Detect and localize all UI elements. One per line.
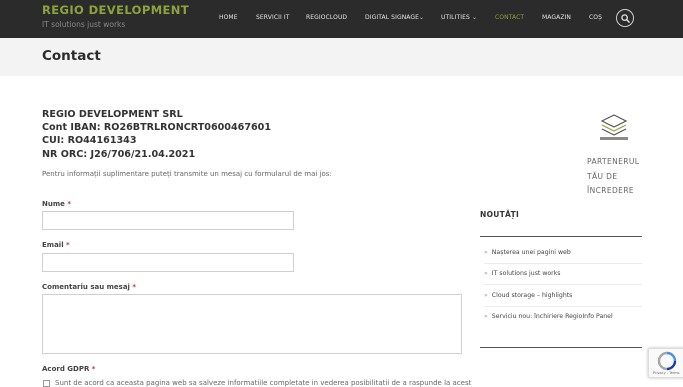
chevron-right-icon: » bbox=[484, 292, 488, 299]
nav-item-servicii-it[interactable]: SERVICII IT bbox=[256, 14, 290, 21]
name-label-text: Nume bbox=[42, 200, 65, 208]
nav-item-utilities[interactable]: UTILITIES bbox=[441, 14, 470, 21]
news-link[interactable]: » IT solutions just works bbox=[484, 270, 561, 277]
brand[interactable]: REGIO DEVELOPMENT IT solutions just work… bbox=[42, 3, 189, 31]
gdpr-label: Acord GDPR * bbox=[42, 365, 95, 373]
news-divider bbox=[480, 347, 642, 348]
page-title-bar bbox=[0, 38, 683, 76]
email-label: Email * bbox=[42, 241, 70, 249]
recaptcha-terms[interactable]: Privacy - Terms bbox=[653, 371, 679, 375]
news-link-label[interactable]: Cloud storage – highlights bbox=[492, 292, 573, 299]
news-link[interactable]: » Cloud storage – highlights bbox=[484, 292, 572, 299]
nav-item-digital-signage[interactable]: DIGITAL SIGNAGE bbox=[365, 14, 419, 21]
news-link[interactable]: » Nașterea unei pagini web bbox=[484, 249, 571, 256]
news-separator bbox=[484, 284, 642, 285]
news-separator bbox=[484, 306, 642, 307]
email-label-text: Email bbox=[42, 241, 64, 249]
news-link-label[interactable]: Serviciu nou: închiriere RegioInfo Panel bbox=[492, 313, 613, 320]
gdpr-consent-text: Sunt de acord ca aceasta pagina web sa s… bbox=[55, 379, 472, 387]
intro-text: Pentru informații suplimentare puteți tr… bbox=[42, 170, 332, 178]
name-label: Nume * bbox=[42, 200, 71, 208]
nav-item-magazin[interactable]: MAGAZIN bbox=[542, 14, 571, 21]
search-button[interactable] bbox=[616, 9, 634, 27]
news-link-label[interactable]: IT solutions just works bbox=[492, 270, 561, 277]
news-separator bbox=[484, 263, 642, 264]
company-name: REGIO DEVELOPMENT SRL bbox=[42, 109, 183, 120]
company-info: REGIO DEVELOPMENT SRL Cont IBAN: RO26BTR… bbox=[42, 108, 271, 161]
recaptcha-icon bbox=[657, 351, 677, 371]
page-title: Contact bbox=[42, 48, 101, 64]
recaptcha-badge[interactable]: Privacy - Terms bbox=[648, 348, 683, 378]
required-mark: * bbox=[66, 241, 70, 249]
required-mark: * bbox=[91, 365, 96, 373]
news-link[interactable]: » Serviciu nou: închiriere RegioInfo Pane… bbox=[484, 313, 613, 320]
site-tagline: IT solutions just works bbox=[42, 20, 126, 29]
nav-item-regiocloud[interactable]: REGIOCLOUD bbox=[306, 14, 347, 21]
chevron-right-icon: » bbox=[484, 249, 488, 256]
email-field[interactable] bbox=[42, 253, 294, 272]
message-label-text: Comentariu sau mesaj bbox=[42, 283, 130, 291]
company-iban: Cont IBAN: RO26BTRLRONCRT0600467601 bbox=[42, 122, 272, 134]
name-field[interactable] bbox=[42, 211, 294, 230]
gdpr-label-text: Acord GDPR bbox=[42, 365, 90, 373]
chevron-down-icon[interactable]: ⌄ bbox=[419, 14, 424, 21]
nav-item-contact[interactable]: CONTACT bbox=[495, 14, 524, 21]
required-mark: * bbox=[67, 200, 71, 208]
regio-logo-icon bbox=[600, 114, 628, 140]
chevron-down-icon[interactable]: ⌄ bbox=[472, 14, 477, 21]
news-link-label[interactable]: Nașterea unei pagini web bbox=[492, 249, 571, 256]
nav-item-home[interactable]: HOME bbox=[219, 14, 238, 21]
news-divider bbox=[480, 236, 642, 237]
site-header: REGIO DEVELOPMENT IT solutions just work… bbox=[0, 0, 683, 38]
message-label: Comentariu sau mesaj * bbox=[42, 283, 136, 291]
chevron-right-icon: » bbox=[484, 313, 488, 320]
required-mark: * bbox=[132, 283, 137, 291]
partner-line: ÎNCREDERE bbox=[587, 186, 635, 195]
partner-slogan: PARTENERUL TĂU DE ÎNCREDERE bbox=[587, 155, 639, 199]
chevron-right-icon: » bbox=[484, 270, 488, 277]
partner-line: TĂU DE bbox=[587, 171, 618, 181]
nav-item-cos[interactable]: COȘ bbox=[589, 14, 602, 21]
partner-line: PARTENERUL bbox=[587, 157, 640, 166]
news-widget-title: NOUTĂȚI bbox=[480, 210, 520, 219]
company-orc: NR ORC: J26/706/21.04.2021 bbox=[42, 148, 196, 160]
search-icon bbox=[621, 14, 630, 23]
message-textarea[interactable] bbox=[42, 294, 462, 354]
company-cui: CUI: RO44161343 bbox=[42, 135, 137, 147]
site-title[interactable]: REGIO DEVELOPMENT bbox=[42, 3, 189, 17]
